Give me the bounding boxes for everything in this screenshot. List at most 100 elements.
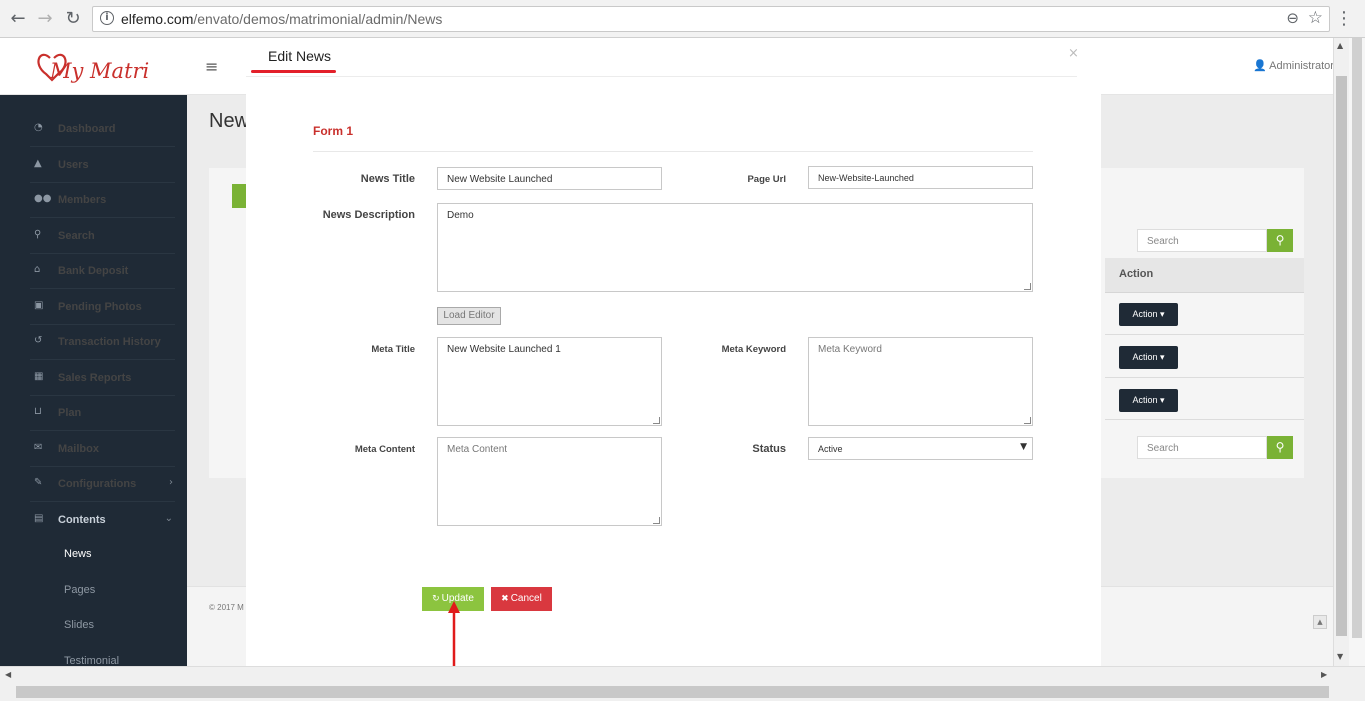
user-icon: ▲ [34, 158, 42, 169]
sidebar-item-members[interactable]: ●● Members [30, 183, 175, 218]
sidebar-item-contents[interactable]: ▤ Contents ⌄ [30, 503, 175, 538]
page-scroll-thumb[interactable] [1352, 38, 1362, 638]
sidebar-item-sales-reports[interactable]: ▦ Sales Reports [30, 361, 175, 396]
sidebar-item-label: Plan [58, 407, 82, 419]
modal-scrollbar[interactable]: ▲ ▼ [1333, 38, 1349, 666]
close-icon[interactable]: × [1068, 46, 1079, 61]
meta-title-textarea[interactable]: New Website Launched 1 [437, 337, 662, 426]
sidebar-subitem-slides[interactable]: Slides [64, 619, 94, 654]
wrench-icon: ✎ [34, 477, 43, 488]
reload-icon[interactable]: ↻ [63, 9, 83, 29]
menu-dots-icon[interactable]: ⋮ [1335, 8, 1353, 29]
url-text[interactable]: elfemo.com/envato/demos/matrimonial/admi… [121, 11, 442, 27]
search-icon: ⚲ [34, 229, 42, 240]
form-divider [313, 151, 1033, 152]
cancel-button[interactable]: ✖ Cancel [491, 587, 552, 611]
meta-content-textarea[interactable]: Meta Content [437, 437, 662, 526]
sidebar: ◔ Dashboard ▲ Users ●● Members ⚲ Search ⌂ Ban… [0, 95, 187, 666]
sidebar-item-label: Pending Photos [58, 301, 142, 313]
chevron-down-icon: ⌄ [164, 513, 173, 524]
address-bar[interactable]: i elfemo.com/envato/demos/matrimonial/ad… [92, 6, 1330, 32]
row-divider [1105, 377, 1304, 378]
scroll-left-icon[interactable]: ◀ [5, 670, 11, 679]
logo[interactable]: My Matri [36, 44, 156, 90]
horizontal-scroll-thumb[interactable] [16, 686, 1329, 698]
search-input-top[interactable]: Search [1137, 229, 1267, 252]
sidebar-item-label: Dashboard [58, 123, 116, 135]
sidebar-item-label: Users [58, 159, 89, 171]
action-dropdown-button[interactable]: Action ▾ [1119, 346, 1178, 369]
chevron-right-icon: › [169, 477, 173, 488]
zoom-icon[interactable]: ⊖ [1286, 9, 1299, 27]
scroll-down-icon[interactable]: ▼ [1337, 652, 1343, 661]
cancel-button-label: Cancel [510, 593, 542, 604]
status-label: Status [752, 443, 786, 455]
action-dropdown-button[interactable]: Action ▾ [1119, 303, 1178, 326]
sidebar-item-label: Sales Reports [58, 372, 132, 384]
sidebar-subitem-pages[interactable]: Pages [64, 584, 95, 619]
sidebar-item-configurations[interactable]: ✎ Configurations › [30, 467, 175, 502]
news-title-label: News Title [360, 173, 415, 185]
load-editor-button[interactable]: Load Editor [437, 307, 501, 325]
status-selected-value: Active [818, 444, 843, 454]
dropdown-arrow-icon: ▼ [1020, 442, 1027, 452]
scroll-up-icon[interactable]: ▲ [1337, 41, 1343, 50]
admin-user-menu[interactable]: 👤 Administrator⌄ [1253, 59, 1333, 72]
search-input-bottom[interactable]: Search [1137, 436, 1267, 459]
photo-icon: ▣ [34, 300, 44, 311]
sidebar-item-dashboard[interactable]: ◔ Dashboard [30, 112, 175, 147]
sidebar-item-users[interactable]: ▲ Users [30, 148, 175, 183]
sidebar-subitem-news[interactable]: News [64, 548, 92, 583]
footer-copyright: © 2017 M [209, 603, 244, 612]
modal-divider [246, 76, 1077, 77]
add-news-button[interactable] [232, 184, 246, 208]
edit-news-modal: Edit News × Form 1 News Title New Websit… [246, 38, 1101, 669]
meta-content-label: Meta Content [354, 444, 415, 455]
star-icon[interactable]: ☆ [1308, 8, 1323, 28]
history-icon: ↺ [34, 335, 43, 346]
logo-text: My Matri [49, 59, 149, 83]
admin-label: Administrator [1269, 60, 1333, 72]
sidebar-item-transaction-history[interactable]: ↺ Transaction History [30, 325, 175, 360]
bank-icon: ⌂ [34, 264, 41, 275]
action-button-label: Action [1132, 309, 1158, 319]
news-description-textarea[interactable]: Demo [437, 203, 1033, 292]
url-path: /envato/demos/matrimonial/admin/News [193, 11, 443, 27]
sidebar-item-label: Members [58, 194, 107, 206]
url-domain: elfemo.com [121, 11, 194, 27]
mail-icon: ✉ [34, 442, 43, 453]
meta-keyword-textarea[interactable]: Meta Keyword [808, 337, 1033, 426]
search-button-top[interactable]: ⚲ [1267, 229, 1293, 252]
forward-arrow-icon[interactable]: → [35, 9, 55, 29]
action-button-label: Action [1132, 352, 1158, 362]
page-url-input[interactable]: New-Website-Launched [808, 166, 1033, 189]
status-select[interactable]: Active ▼ [808, 437, 1033, 460]
scroll-to-top-icon[interactable]: ▲ [1313, 615, 1327, 629]
sidebar-item-label: Contents [58, 514, 106, 526]
page-title: New [209, 110, 250, 132]
sidebar-item-pending-photos[interactable]: ▣ Pending Photos [30, 290, 175, 325]
table-header-action: Action [1105, 258, 1304, 293]
scroll-right-icon[interactable]: ▶ [1321, 670, 1327, 679]
sidebar-item-mailbox[interactable]: ✉ Mailbox [30, 432, 175, 467]
sidebar-subitem-testimonial[interactable]: Testimonial [64, 655, 119, 666]
back-arrow-icon[interactable]: ← [8, 9, 28, 29]
horizontal-scrollbar[interactable]: ◀ ▶ [0, 666, 1365, 701]
search-button-bottom[interactable]: ⚲ [1267, 436, 1293, 459]
sidebar-item-bank-deposit[interactable]: ⌂ Bank Deposit [30, 254, 175, 289]
page-url-label: Page Url [747, 174, 786, 185]
action-button-label: Action [1132, 395, 1158, 405]
action-dropdown-button[interactable]: Action ▾ [1119, 389, 1178, 412]
members-icon: ●● [34, 193, 52, 204]
news-title-input[interactable]: New Website Launched [437, 167, 662, 190]
browser-toolbar: ← → ↻ i elfemo.com/envato/demos/matrimon… [0, 0, 1365, 38]
scroll-thumb[interactable] [1336, 76, 1347, 636]
hamburger-menu-icon[interactable]: ≡ [205, 57, 218, 76]
sidebar-item-plan[interactable]: ⊔ Plan [30, 396, 175, 431]
info-icon[interactable]: i [100, 11, 114, 25]
sidebar-item-search[interactable]: ⚲ Search [30, 219, 175, 254]
page-scrollbar[interactable] [1349, 38, 1365, 666]
meta-title-label: Meta Title [371, 344, 415, 355]
action-column-header: Action [1119, 268, 1154, 280]
row-divider [1105, 419, 1304, 420]
